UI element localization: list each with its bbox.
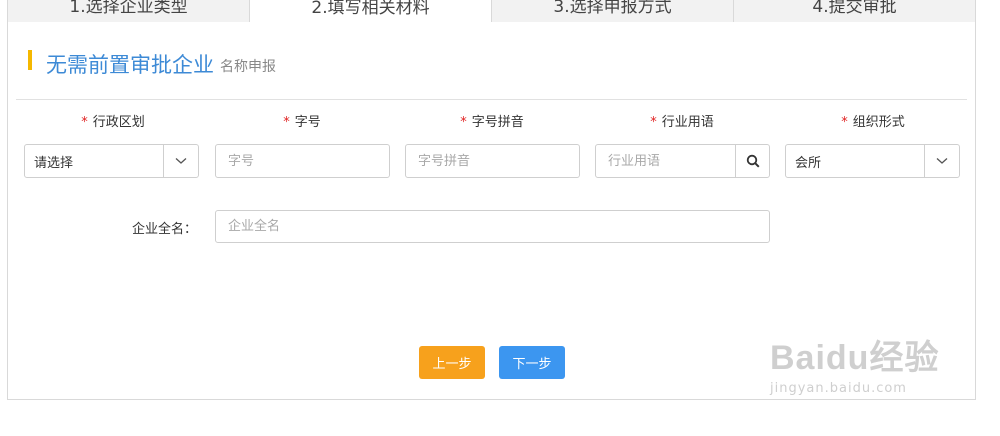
required-mark: *	[650, 115, 657, 130]
pinyin-input-wrap	[405, 144, 580, 178]
section-title: 无需前置审批企业 名称申报	[28, 50, 276, 80]
search-icon[interactable]	[735, 145, 769, 177]
full-name-input-wrap	[215, 210, 770, 243]
label-trade-name-pinyin: * 字号拼音	[460, 115, 524, 130]
label-org-form: * 组织形式	[841, 115, 905, 130]
tab-select-enterprise-type[interactable]: 1.选择企业类型	[7, 0, 249, 23]
required-mark: *	[81, 115, 88, 130]
step-tabs: 1.选择企业类型 2.填写相关材料 3.选择申报方式 4.提交审批	[7, 0, 976, 24]
prev-step-button[interactable]: 上一步	[419, 346, 485, 379]
label-trade-name: * 字号	[283, 115, 321, 130]
full-name-label: 企业全名：	[132, 222, 198, 237]
required-mark: *	[460, 115, 467, 130]
org-form-select[interactable]: 会所	[785, 144, 960, 178]
industry-term-input-wrap	[595, 144, 770, 178]
industry-term-input[interactable]	[596, 145, 736, 177]
divider	[16, 99, 967, 100]
full-name-input[interactable]	[216, 211, 769, 242]
watermark-url: jingyan.baidu.com	[770, 381, 907, 396]
page-subtitle: 名称申报	[220, 59, 276, 75]
chevron-down-icon[interactable]	[163, 145, 198, 177]
admin-division-select[interactable]: 请选择	[24, 144, 199, 178]
tab-select-submission-method[interactable]: 3.选择申报方式	[491, 0, 733, 23]
chevron-down-icon[interactable]	[924, 145, 959, 177]
page-title: 无需前置审批企业	[46, 53, 214, 77]
tab-submit-approval[interactable]: 4.提交审批	[733, 0, 976, 23]
trade-name-pinyin-input[interactable]	[406, 145, 579, 177]
trade-name-input[interactable]	[216, 145, 389, 177]
admin-division-value: 请选择	[34, 155, 74, 171]
required-mark: *	[283, 115, 290, 130]
org-form-value: 会所	[795, 155, 822, 171]
trade-name-input-wrap	[215, 144, 390, 178]
required-mark: *	[841, 115, 848, 130]
next-step-button[interactable]: 下一步	[499, 346, 565, 379]
tab-fill-materials[interactable]: 2.填写相关材料	[249, 0, 491, 24]
label-admin-division: * 行政区划	[81, 115, 145, 130]
watermark-logo: Baidu经验	[770, 339, 940, 377]
watermark: Baidu经验 jingyan.baidu.com	[770, 330, 939, 396]
label-industry-term: * 行业用语	[650, 115, 714, 130]
title-accent-bar	[28, 50, 32, 70]
